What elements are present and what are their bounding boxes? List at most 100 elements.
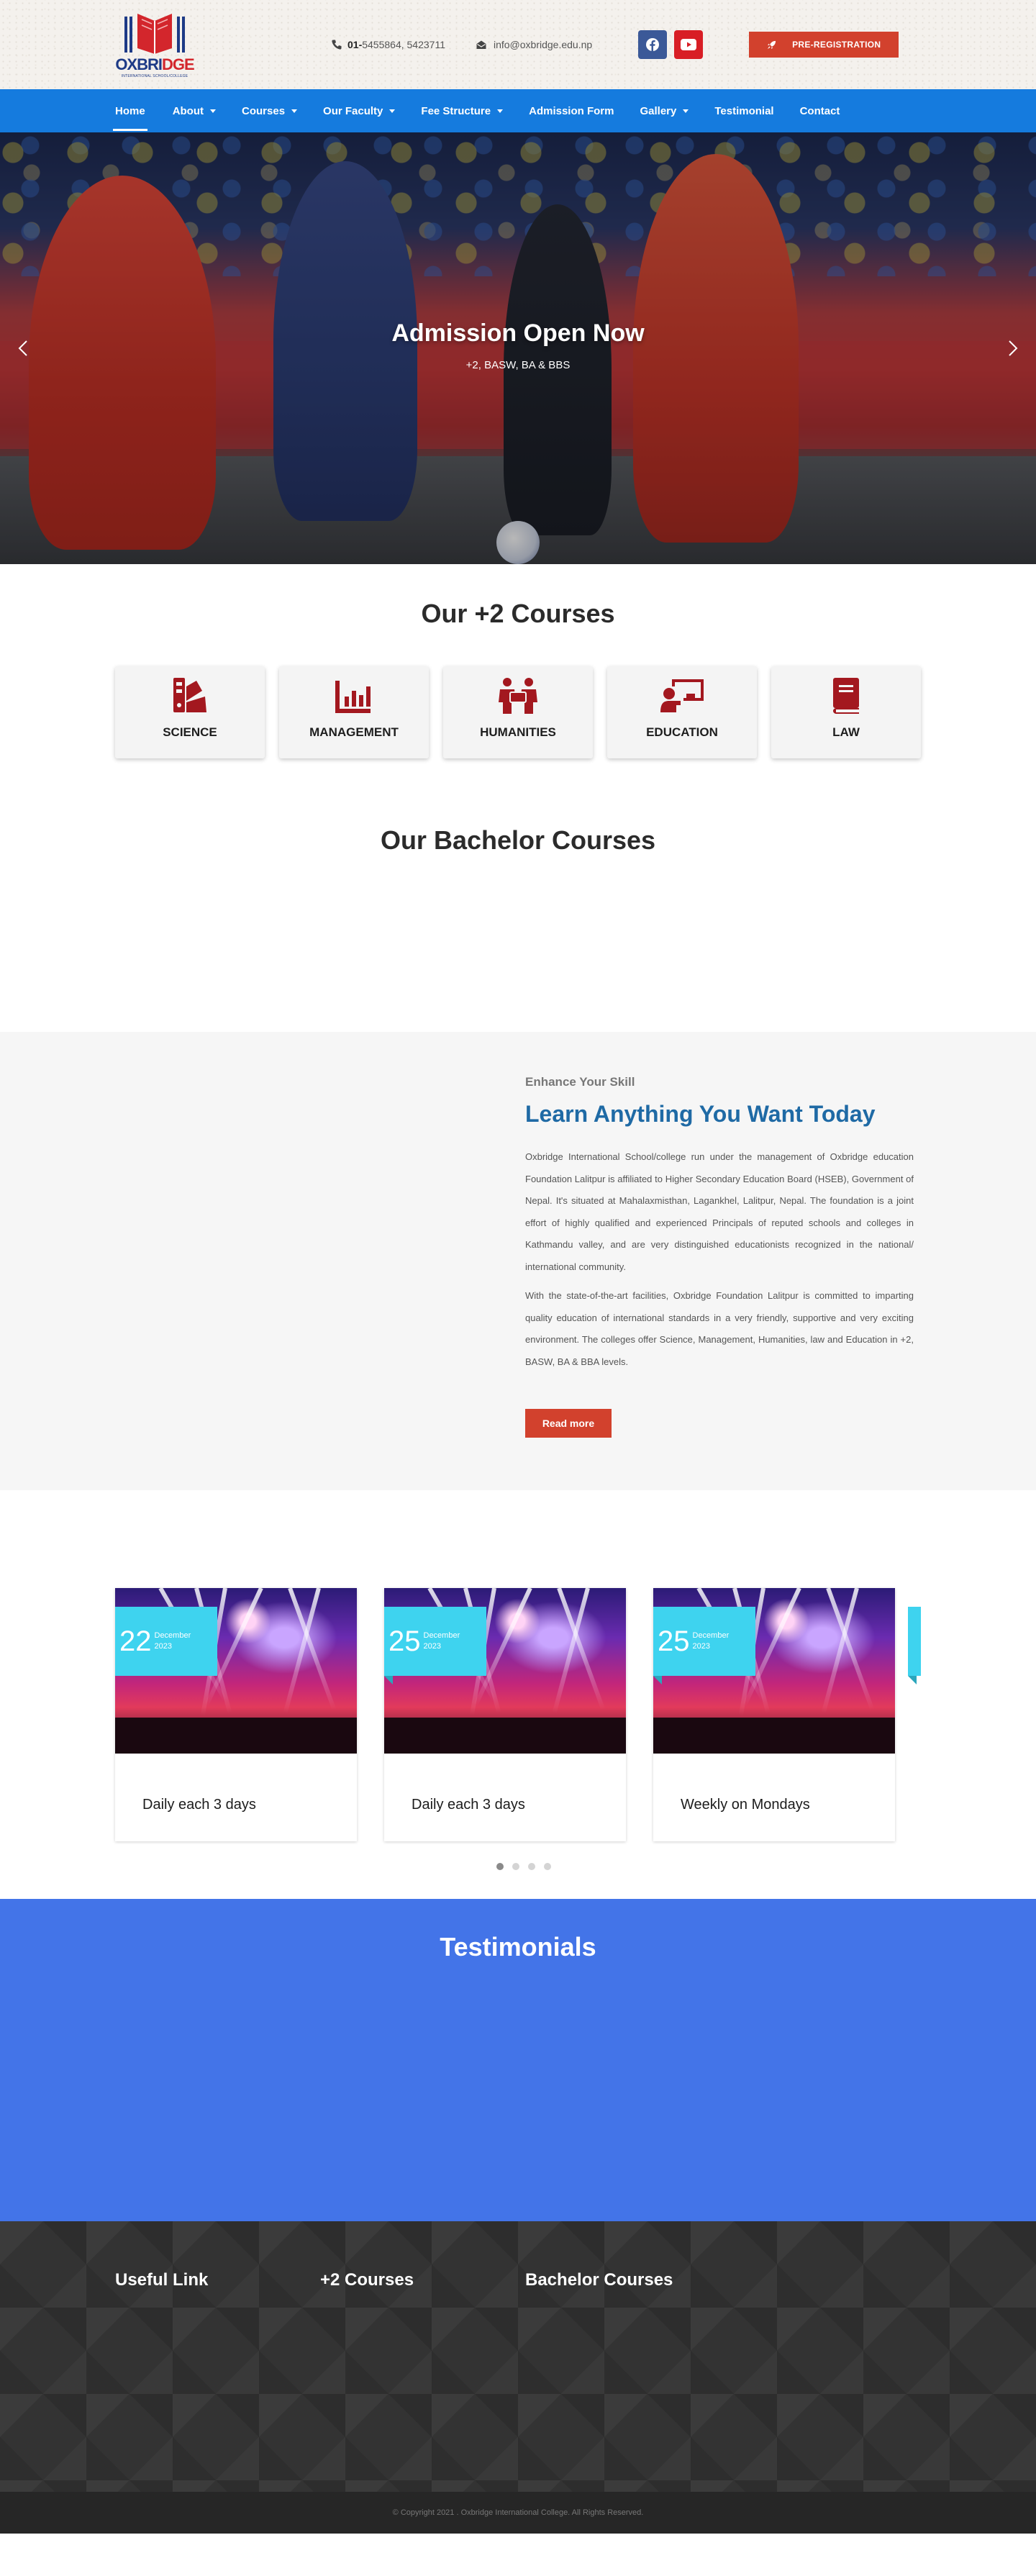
- bachelor-courses-title: Our Bachelor Courses: [380, 825, 656, 855]
- hero-caption: Admission Open Now +2, BASW, BA & BBS: [0, 319, 1036, 371]
- envelope-icon: [476, 40, 486, 49]
- nav-item-fee-structure[interactable]: Fee Structure: [408, 89, 516, 132]
- nav-item-label: Contact: [799, 104, 840, 117]
- event-date-badge: 22 December 2023: [115, 1607, 217, 1676]
- rocket-icon: [767, 40, 776, 49]
- event-month: December: [692, 1631, 730, 1640]
- nav-item-home[interactable]: Home: [88, 89, 160, 132]
- carousel-dot[interactable]: [496, 1863, 504, 1870]
- event-title[interactable]: Daily each 3 days: [412, 1797, 525, 1813]
- course-card-education[interactable]: EDUCATION: [607, 666, 757, 758]
- course-card-law[interactable]: LAW: [771, 666, 921, 758]
- event-year: 2023: [692, 1642, 710, 1651]
- course-card-science[interactable]: SCIENCE: [115, 666, 265, 758]
- email-address: info@oxbridge.edu.np: [493, 39, 593, 50]
- site-footer: Useful Link +2 Courses Bachelor Courses: [0, 2221, 1036, 2492]
- logo-tagline: INTERNATIONAL SCHOOL/COLLEGE: [121, 74, 188, 78]
- carousel-dot[interactable]: [544, 1863, 551, 1870]
- course-card-management[interactable]: MANAGEMENT: [279, 666, 429, 758]
- phone-numbers: 5455864, 5423711: [362, 39, 445, 50]
- nav-item-label: Gallery: [640, 104, 677, 117]
- bachelor-courses-section: Our Bachelor Courses: [0, 799, 1036, 1032]
- footer-heading-useful-links: Useful Link: [115, 2270, 209, 2290]
- event-day: 25: [658, 1625, 690, 1657]
- course-label: MANAGEMENT: [309, 725, 399, 739]
- logo-book-icon: [124, 14, 185, 54]
- caret-down-icon: [497, 109, 504, 113]
- nav-item-label: Fee Structure: [421, 104, 491, 117]
- main-navigation: Home About Courses Our Faculty Fee Structure…: [0, 89, 1036, 132]
- event-title[interactable]: Weekly on Mondays: [681, 1797, 810, 1813]
- nav-item-about[interactable]: About: [160, 89, 229, 132]
- events-carousel: 22 December 2023 Daily each 3 days 25 Decembe…: [0, 1490, 1036, 1899]
- nav-item-label: Home: [115, 104, 145, 117]
- course-list: SCIENCE MANAGEMENT HUMANITIES EDUCATION …: [115, 666, 921, 758]
- facebook-button[interactable]: [638, 30, 668, 59]
- logo-wordmark: OXBRI: [115, 55, 163, 73]
- event-date-badge: 25 December 2023: [653, 1607, 755, 1684]
- event-date-badge: 25 December 2023: [384, 1607, 486, 1684]
- site-logo[interactable]: OXBRIDGE INTERNATIONAL SCHOOL/COLLEGE: [115, 7, 195, 82]
- chevron-left-icon[interactable]: [13, 337, 35, 359]
- event-day: 25: [388, 1625, 421, 1657]
- course-label: LAW: [832, 725, 860, 739]
- phone-prefix: 01-: [347, 39, 363, 50]
- caret-down-icon: [210, 109, 217, 113]
- next-event-peek[interactable]: [908, 1607, 921, 1684]
- event-month: December: [423, 1631, 460, 1640]
- pre-registration-button[interactable]: PRE-REGISTRATION: [749, 32, 899, 58]
- nav-item-label: Testimonial: [714, 104, 774, 117]
- course-label: SCIENCE: [163, 725, 217, 739]
- testimonials-section: Testimonials: [0, 1899, 1036, 2221]
- hero-slider: Admission Open Now +2, BASW, BA & BBS: [0, 132, 1036, 564]
- caret-down-icon: [389, 109, 396, 113]
- nav-item-courses[interactable]: Courses: [229, 89, 310, 132]
- about-section: Enhance Your Skill Learn Anything You Wa…: [0, 1032, 1036, 1490]
- event-day: 22: [119, 1625, 152, 1657]
- book-icon: [833, 678, 859, 714]
- hero-title: Admission Open Now: [391, 319, 645, 347]
- caret-down-icon: [683, 109, 689, 113]
- plus2-courses-section: Our +2 Courses SCIENCE MANAGEMENT HUMANI…: [0, 564, 1036, 799]
- plus2-courses-title: Our +2 Courses: [421, 599, 615, 628]
- nav-item-gallery[interactable]: Gallery: [627, 89, 701, 132]
- event-month: December: [154, 1631, 191, 1640]
- concert-crowd: [115, 1718, 357, 1754]
- event-year: 2023: [423, 1642, 441, 1651]
- nav-item-admission-form[interactable]: Admission Form: [516, 89, 627, 132]
- event-card[interactable]: 25 December 2023 Weekly on Mondays: [653, 1588, 895, 1841]
- event-card[interactable]: 22 December 2023 Daily each 3 days: [115, 1588, 357, 1841]
- concert-crowd: [653, 1718, 895, 1754]
- chart-icon: [335, 681, 371, 713]
- about-paragraph: Oxbridge International School/college ru…: [525, 1151, 914, 1272]
- footer-heading-bachelor-courses: Bachelor Courses: [525, 2270, 673, 2290]
- nav-item-our-faculty[interactable]: Our Faculty: [310, 89, 408, 132]
- chevron-right-icon[interactable]: [1001, 337, 1023, 359]
- nav-item-contact[interactable]: Contact: [787, 89, 853, 132]
- email-contact[interactable]: info@oxbridge.edu.np: [476, 39, 592, 50]
- course-card-humanities[interactable]: HUMANITIES: [443, 666, 593, 758]
- about-kicker: Enhance Your Skill: [525, 1075, 635, 1089]
- people-icon: [499, 678, 537, 714]
- event-title[interactable]: Daily each 3 days: [142, 1797, 256, 1813]
- nav-item-label: Admission Form: [529, 104, 614, 117]
- social-links: [638, 30, 704, 59]
- event-card[interactable]: 25 December 2023 Daily each 3 days: [384, 1588, 626, 1841]
- hero-subtitle: +2, BASW, BA & BBS: [465, 359, 571, 371]
- teacher-icon: [660, 679, 704, 712]
- carousel-dots: [496, 1863, 551, 1870]
- youtube-button[interactable]: [674, 30, 704, 59]
- about-paragraph: With the state-of-the-art facilities, Ox…: [525, 1290, 914, 1367]
- phone-contact[interactable]: 01- 5455864, 5423711: [331, 39, 445, 50]
- nav-item-label: Our Faculty: [323, 104, 383, 117]
- event-year: 2023: [154, 1642, 172, 1651]
- concert-crowd: [384, 1718, 626, 1754]
- course-label: HUMANITIES: [480, 725, 556, 739]
- pre-registration-label: PRE-REGISTRATION: [792, 40, 881, 50]
- carousel-dot[interactable]: [512, 1863, 519, 1870]
- nav-item-testimonial[interactable]: Testimonial: [701, 89, 786, 132]
- youtube-icon: [681, 39, 697, 50]
- caret-down-icon: [291, 109, 298, 113]
- read-more-button[interactable]: Read more: [525, 1409, 612, 1438]
- carousel-dot[interactable]: [528, 1863, 535, 1870]
